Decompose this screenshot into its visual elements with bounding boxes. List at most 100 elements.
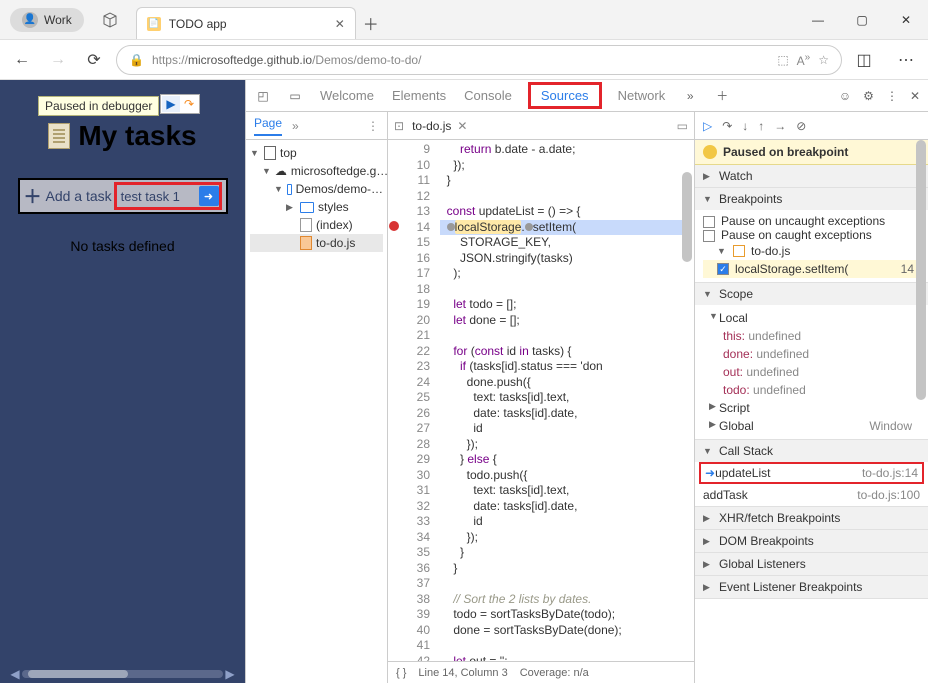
tab-welcome[interactable]: Welcome [318, 82, 376, 109]
chevron-right-icon[interactable]: » [681, 89, 699, 103]
rendered-page: Paused in debugger ▶ ↷ My tasks ＋ Add a … [0, 80, 245, 683]
devtools-body: Page » ⋮ ▼top ▼☁microsoftedge.g… ▼Demos/… [246, 112, 928, 683]
tree-folder[interactable]: ▼Demos/demo-… [250, 180, 383, 198]
editor-v-scrollbar[interactable] [680, 168, 694, 639]
paused-overlay-controls: ▶ ↷ [160, 94, 200, 114]
profile-label: Work [44, 13, 72, 27]
tab-sources[interactable]: Sources [528, 82, 602, 109]
navigator-tab-page[interactable]: Page [254, 116, 282, 136]
debugger-v-scrollbar[interactable] [914, 112, 928, 683]
scope-section: ▼Scope ▼Local this: undefineddone: undef… [695, 283, 928, 440]
scope-var[interactable]: this: undefined [703, 327, 920, 345]
resume-overlay-icon[interactable]: ▶ [162, 96, 180, 112]
xhr-bp-section[interactable]: ▶XHR/fetch Breakpoints [695, 507, 928, 530]
resume-icon[interactable]: ▷ [703, 119, 712, 133]
scope-var[interactable]: done: undefined [703, 345, 920, 363]
event-bp-section[interactable]: ▶Event Listener Breakpoints [695, 576, 928, 599]
step-icon[interactable]: → [774, 119, 786, 133]
callstack-header[interactable]: ▼Call Stack [695, 440, 928, 462]
tab-console[interactable]: Console [462, 82, 514, 109]
maximize-button[interactable]: ▢ [840, 2, 884, 38]
device-icon[interactable]: ▭ [286, 89, 304, 103]
devtools-tabbar: ◰ ▭ Welcome Elements Console Sources Net… [246, 80, 928, 112]
editor-nav-icon[interactable]: ⊡ [394, 119, 404, 133]
editor-tab[interactable]: to-do.js✕ [408, 119, 471, 133]
favorite-icon[interactable]: ☆ [818, 53, 829, 67]
navigator-tabs: Page » ⋮ [246, 112, 387, 140]
tab-close-icon[interactable]: ✕ [335, 17, 345, 31]
editor-more-icon[interactable]: ▭ [677, 119, 688, 133]
scope-header[interactable]: ▼Scope [695, 283, 928, 305]
tree-todo-js[interactable]: ▶to-do.js [250, 234, 383, 252]
new-tab-button[interactable]: ＋ [356, 7, 386, 39]
close-devtools-icon[interactable]: ✕ [910, 89, 920, 103]
tab-network[interactable]: Network [616, 82, 668, 109]
callstack-row[interactable]: addTaskto-do.js:100 [695, 484, 928, 506]
forward-button[interactable]: → [44, 46, 72, 74]
global-listeners-section[interactable]: ▶Global Listeners [695, 553, 928, 576]
paused-overlay: Paused in debugger [38, 96, 159, 116]
step-into-icon[interactable]: ↓ [742, 119, 748, 133]
back-button[interactable]: ← [8, 46, 36, 74]
pause-uncaught-checkbox[interactable]: Pause on uncaught exceptions [703, 214, 920, 228]
breakpoint-gutter[interactable] [388, 140, 400, 661]
scope-local[interactable]: ▼Local [703, 309, 920, 327]
watch-section[interactable]: ▶Watch [695, 165, 928, 188]
bp-line-row[interactable]: ✓localStorage.setItem(14 [703, 260, 920, 278]
user-icon: 👤 [22, 12, 38, 28]
tab-elements[interactable]: Elements [390, 82, 448, 109]
scope-var[interactable]: todo: undefined [703, 381, 920, 399]
scope-script[interactable]: ▶Script [703, 399, 920, 417]
step-overlay-icon[interactable]: ↷ [180, 96, 198, 112]
editor-tab-close-icon[interactable]: ✕ [457, 119, 467, 133]
line-number-gutter: 9101112131415161718192021222324252627282… [400, 140, 436, 661]
profile-chip[interactable]: 👤 Work [10, 8, 84, 32]
add-tab-icon[interactable]: ＋ [713, 87, 731, 104]
close-button[interactable]: ✕ [884, 2, 928, 38]
paused-banner: Paused on breakpoint [695, 140, 928, 165]
navigator-pane: Page » ⋮ ▼top ▼☁microsoftedge.g… ▼Demos/… [246, 112, 388, 683]
code-text[interactable]: return b.date - a.date; }); } const upda… [436, 140, 694, 661]
pause-caught-checkbox[interactable]: Pause on caught exceptions [703, 228, 920, 242]
address-bar[interactable]: 🔒 https://microsoftedge.github.io/Demos/… [116, 45, 842, 75]
deactivate-bp-icon[interactable]: ⊘ [796, 119, 806, 133]
scope-global[interactable]: ▶GlobalWindow [703, 417, 920, 435]
tabs-area: 📄 TODO app ✕ ＋ [136, 0, 386, 39]
tree-top[interactable]: ▼top [250, 144, 383, 162]
scope-var[interactable]: out: undefined [703, 363, 920, 381]
page-heading: My tasks [48, 120, 196, 152]
step-over-icon[interactable]: ↷ [722, 119, 732, 133]
tree-origin[interactable]: ▼☁microsoftedge.g… [250, 162, 383, 180]
kebab-icon[interactable]: ⋮ [886, 89, 898, 103]
step-out-icon[interactable]: ↑ [758, 119, 764, 133]
settings-icon[interactable]: ⚙ [863, 89, 874, 103]
more-icon[interactable]: ⋯ [892, 46, 920, 74]
workspace: Paused in debugger ▶ ↷ My tasks ＋ Add a … [0, 80, 928, 683]
refresh-button[interactable]: ⟳ [80, 46, 108, 74]
task-input-highlight: test task 1 ➜ [114, 182, 222, 210]
reader-icon[interactable]: A» [797, 52, 811, 68]
issues-icon[interactable]: ☺ [839, 89, 851, 103]
task-input[interactable]: test task 1 [121, 189, 180, 204]
code-area[interactable]: 9101112131415161718192021222324252627282… [388, 140, 694, 661]
tree-index[interactable]: ▶(index) [250, 216, 383, 234]
browser-tab[interactable]: 📄 TODO app ✕ [136, 7, 356, 39]
shopping-icon[interactable]: ⬚ [777, 53, 788, 67]
empty-tasks-text: No tasks defined [70, 238, 174, 254]
submit-task-button[interactable]: ➜ [199, 186, 219, 206]
split-screen-icon[interactable]: ◫ [850, 46, 878, 74]
dom-bp-section[interactable]: ▶DOM Breakpoints [695, 530, 928, 553]
breakpoints-header[interactable]: ▼Breakpoints [695, 188, 928, 210]
inspect-icon[interactable]: ◰ [254, 89, 272, 103]
tree-styles[interactable]: ▶styles [250, 198, 383, 216]
document-icon [48, 123, 70, 149]
bp-file-row[interactable]: ▼to-do.js [703, 242, 920, 260]
callstack-row[interactable]: ➜ updateListto-do.js:14 [699, 462, 924, 484]
navigator-more-icon[interactable]: » [292, 119, 299, 133]
navigator-tree: ▼top ▼☁microsoftedge.g… ▼Demos/demo-… ▶s… [246, 140, 387, 256]
page-h-scrollbar[interactable]: ◀▶ [8, 669, 237, 679]
navigator-kebab-icon[interactable]: ⋮ [367, 119, 379, 133]
workspaces-icon[interactable] [98, 8, 122, 32]
minimize-button[interactable]: — [796, 2, 840, 38]
pretty-print-icon[interactable]: { } [396, 667, 406, 679]
